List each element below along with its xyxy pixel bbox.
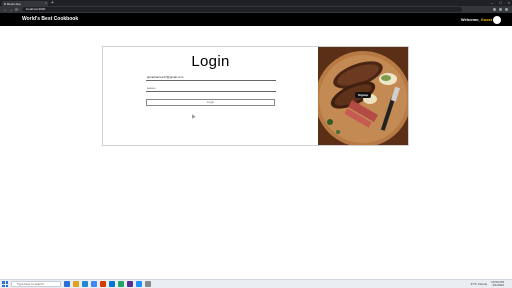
brand-title[interactable]: World's Best Cookbook <box>22 16 78 22</box>
profile-icon[interactable] <box>499 8 502 11</box>
windows-taskbar: Type here to search 37°F Cloudy 10:53 PM… <box>0 279 512 288</box>
forward-arrow-icon[interactable]: → <box>9 7 13 12</box>
edge-icon[interactable] <box>82 281 88 287</box>
back-arrow-icon[interactable]: ← <box>3 7 7 12</box>
login-button[interactable]: Login <box>146 99 275 106</box>
tab-close-icon[interactable]: × <box>45 1 47 5</box>
avatar[interactable] <box>493 16 501 24</box>
login-card: Login Login Signup <box>102 46 409 146</box>
url-text: localhost:3000 <box>26 7 46 11</box>
react-favicon-icon <box>4 2 6 5</box>
app-header: World's Best Cookbook Welcome, Guest <box>0 13 512 26</box>
taskbar-search-input[interactable]: Type here to search <box>11 281 61 287</box>
welcome-prefix: Welcome, <box>460 17 480 22</box>
vs-icon[interactable] <box>127 281 133 287</box>
signup-button[interactable]: Signup <box>355 92 372 98</box>
windows-start-icon[interactable] <box>2 281 8 287</box>
login-form: Login Login <box>103 47 318 145</box>
reload-icon[interactable]: ⟳ <box>15 7 18 12</box>
settings-icon[interactable] <box>145 281 151 287</box>
system-tray: 37°F Cloudy 10:53 PM 3/1/2022 <box>471 281 504 287</box>
extension-icon[interactable] <box>493 8 496 11</box>
mail-icon[interactable] <box>109 281 115 287</box>
welcome-message: Welcome, Guest <box>461 17 492 22</box>
password-field[interactable] <box>146 85 276 92</box>
vscode-icon[interactable] <box>136 281 142 287</box>
office-icon[interactable] <box>100 281 106 287</box>
tab-title: React App <box>7 1 21 6</box>
browser-toolbar: ← → ⟳ localhost:3000 <box>0 6 512 13</box>
page-title: Login <box>191 53 230 70</box>
chrome-icon[interactable] <box>91 281 97 287</box>
email-field[interactable] <box>146 74 276 81</box>
steak-photo: Signup <box>318 47 408 145</box>
clock-date: 3/1/2022 <box>492 283 504 287</box>
username: Guest <box>480 17 492 22</box>
spotify-icon[interactable] <box>118 281 124 287</box>
task-view-icon[interactable] <box>64 281 70 287</box>
weather-text[interactable]: 37°F Cloudy <box>471 282 488 286</box>
address-bar[interactable]: localhost:3000 <box>22 7 462 12</box>
mouse-cursor-icon <box>190 113 196 119</box>
taskbar-apps <box>64 281 151 287</box>
clock[interactable]: 10:53 PM 3/1/2022 <box>491 281 504 287</box>
menu-icon[interactable] <box>505 8 508 11</box>
extension-icons <box>493 7 508 11</box>
file-explorer-icon[interactable] <box>73 281 79 287</box>
